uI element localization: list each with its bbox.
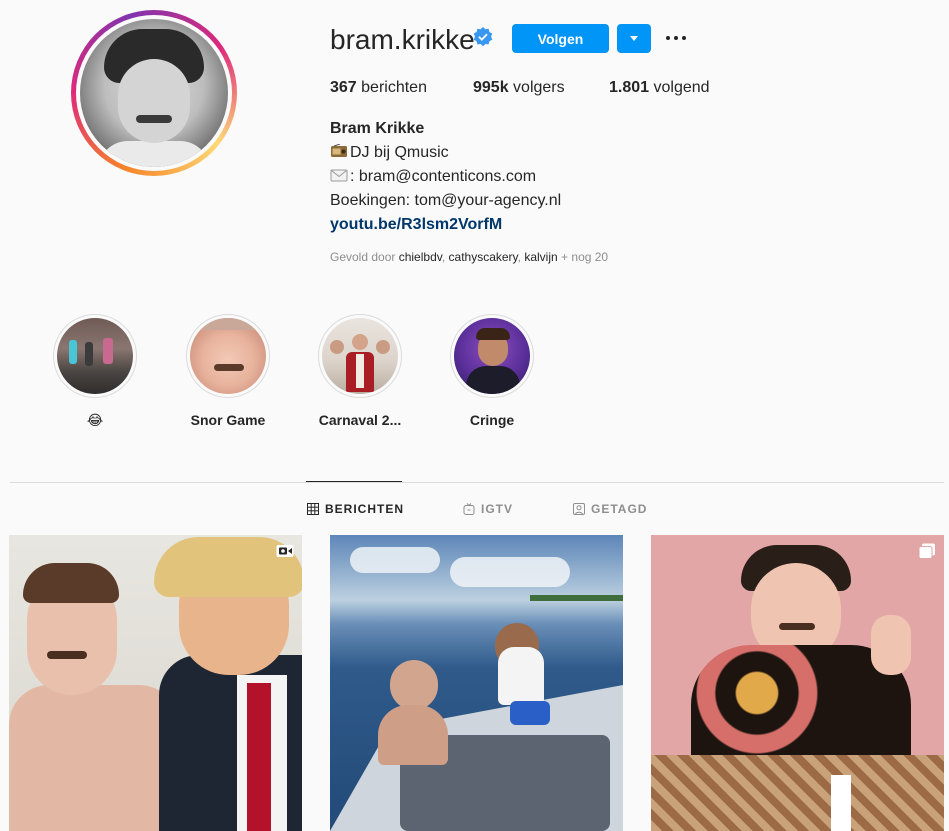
highlight-label: Carnaval 2... xyxy=(318,412,402,428)
bio-text-1: DJ bij Qmusic xyxy=(350,144,449,161)
posts-count: 367 xyxy=(330,79,357,96)
posts-label: berichten xyxy=(361,79,427,96)
tagged-icon xyxy=(573,503,585,515)
avatar-border xyxy=(76,15,232,171)
followed-by-user[interactable]: kalvijn xyxy=(524,250,557,264)
post-thumbnail[interactable] xyxy=(651,535,944,831)
following-label: volgend xyxy=(653,79,710,96)
stat-following[interactable]: 1.801 volgend xyxy=(609,78,710,98)
video-icon xyxy=(276,545,294,557)
followers-label: volgers xyxy=(513,79,565,96)
tab-posts-label: BERICHTEN xyxy=(325,502,405,516)
highlight-cover[interactable] xyxy=(318,314,402,398)
highlight-item[interactable]: Cringe xyxy=(450,314,534,428)
highlight-label: 😂 xyxy=(86,412,104,428)
verified-badge-icon xyxy=(473,27,493,47)
igtv-icon xyxy=(463,503,475,515)
highlight-cover[interactable] xyxy=(186,314,270,398)
highlight-item[interactable]: Carnaval 2... xyxy=(318,314,402,428)
followed-by-prefix: Gevold door xyxy=(330,250,396,264)
username: bram.krikke xyxy=(330,24,475,55)
profile-avatar[interactable] xyxy=(71,10,237,176)
followed-by-more[interactable]: + nog 20 xyxy=(561,250,608,264)
full-name: Bram Krikke xyxy=(330,120,425,137)
bio-line-2: : bram@contenticons.com xyxy=(330,167,536,187)
bio-link[interactable]: youtu.be/R3lsm2VorfM xyxy=(330,215,502,235)
bio-line-3: Boekingen: tom@your-agency.nl xyxy=(330,192,562,209)
carousel-icon xyxy=(918,543,935,559)
tab-tagged-label: GETAGD xyxy=(591,502,648,516)
tabs-divider xyxy=(10,482,944,483)
grid-icon xyxy=(307,503,319,515)
avatar-image xyxy=(80,19,228,167)
bio-text-2: : bram@contenticons.com xyxy=(350,168,537,185)
envelope-icon xyxy=(330,169,348,182)
tab-tagged[interactable]: GETAGD xyxy=(573,501,647,517)
stat-posts: 367 berichten xyxy=(330,78,427,98)
followers-count: 995k xyxy=(473,79,509,96)
followed-by-user[interactable]: chielbdv xyxy=(399,250,442,264)
following-count: 1.801 xyxy=(609,79,650,96)
highlight-label: Snor Game xyxy=(190,412,266,428)
post-thumbnail[interactable] xyxy=(330,535,623,831)
follow-button[interactable]: Volgen xyxy=(512,24,609,53)
chevron-down-icon xyxy=(630,36,638,41)
tab-posts[interactable]: BERICHTEN xyxy=(307,501,404,517)
highlight-item[interactable]: Snor Game xyxy=(186,314,270,428)
post-thumbnail[interactable] xyxy=(9,535,302,831)
tab-igtv[interactable]: IGTV xyxy=(463,501,513,517)
highlight-item[interactable]: 😂 xyxy=(53,314,137,428)
suggested-accounts-dropdown-button[interactable] xyxy=(617,24,651,53)
more-options-icon[interactable] xyxy=(664,28,688,48)
followed-by[interactable]: Gevold door chielbdv, cathyscakery, kalv… xyxy=(330,250,608,264)
followed-by-user[interactable]: cathyscakery xyxy=(449,250,518,264)
highlight-label: Cringe xyxy=(469,412,515,428)
active-tab-indicator xyxy=(306,481,402,482)
stat-followers[interactable]: 995k volgers xyxy=(473,78,565,98)
bio-line-1: DJ bij Qmusic xyxy=(330,143,449,163)
tab-igtv-label: IGTV xyxy=(481,502,514,516)
highlight-cover[interactable] xyxy=(450,314,534,398)
highlight-cover[interactable] xyxy=(53,314,137,398)
radio-icon xyxy=(331,144,347,157)
